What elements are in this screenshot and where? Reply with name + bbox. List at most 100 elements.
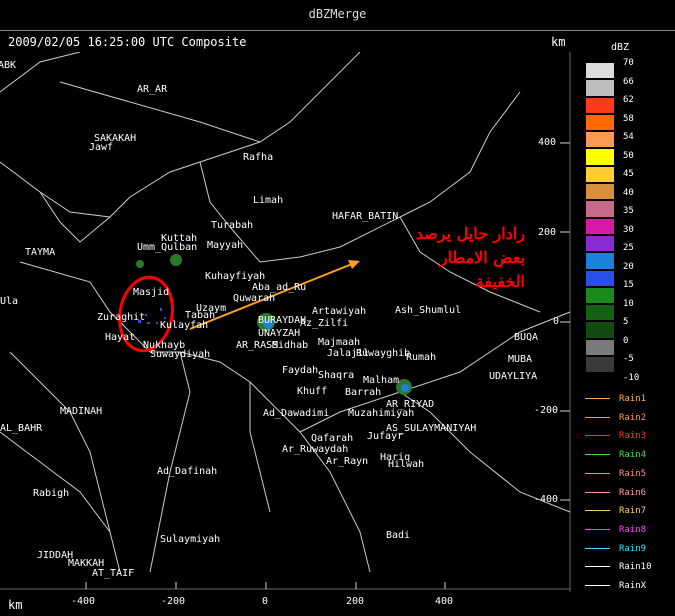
city-label: Kulayfah bbox=[160, 320, 209, 331]
axis-ticks bbox=[85, 142, 570, 589]
rain-legend-item: Rain3 bbox=[585, 431, 646, 441]
boundary-lines bbox=[0, 52, 571, 573]
city-label: Midhab bbox=[272, 340, 309, 351]
city-label: Jawf bbox=[89, 142, 114, 153]
x-tick-label: -200 bbox=[161, 596, 186, 607]
rain-legend-label: Rain1 bbox=[619, 394, 647, 404]
city-label: Tabah bbox=[185, 310, 216, 321]
city-label: AT_TAIF bbox=[92, 568, 135, 579]
city-label: AR_AR bbox=[137, 84, 168, 95]
dbz-swatch bbox=[585, 356, 615, 374]
dbz-scale-label: 20 bbox=[623, 261, 634, 272]
city-label: Zuraghit bbox=[97, 312, 146, 323]
city-label: BURAYDAH bbox=[258, 315, 307, 326]
rain-legend-item: Rain9 bbox=[585, 544, 646, 554]
dbz-scale-label: 66 bbox=[623, 76, 634, 87]
city-label: Ula bbox=[0, 296, 19, 307]
annotation-line: بعض الامطار bbox=[439, 248, 525, 267]
city-label: Hilwah bbox=[388, 459, 425, 470]
rain-legend-item: Rain5 bbox=[585, 469, 646, 479]
arabic-annotation: رادار حايل يرصد بعض الامطار الخفيفة bbox=[360, 222, 525, 294]
arrow-icon bbox=[585, 398, 610, 399]
city-label: Faydah bbox=[282, 365, 319, 376]
annotation-line: الخفيفة bbox=[475, 272, 525, 291]
dbz-scale-label: 50 bbox=[623, 150, 634, 161]
km-unit-bottom: km bbox=[8, 598, 23, 612]
city-label: Hayat bbox=[105, 332, 136, 343]
city-label: AL_BAHR bbox=[0, 423, 43, 434]
dbz-scale-label: -10 bbox=[623, 372, 640, 383]
city-label: Az_Zilfi bbox=[300, 318, 349, 329]
dbz-swatch bbox=[585, 62, 615, 80]
dbz-scale-label: 0 bbox=[623, 335, 629, 346]
city-label: Masjid bbox=[133, 287, 170, 298]
km-unit-top: km bbox=[551, 35, 566, 49]
dbz-scale-label: 5 bbox=[623, 317, 629, 327]
arrow-icon bbox=[585, 472, 610, 474]
dbz-scale-label: 10 bbox=[623, 298, 634, 309]
dbz-swatch bbox=[585, 165, 615, 184]
dbz-swatch bbox=[585, 252, 615, 270]
dbz-swatch bbox=[585, 234, 615, 253]
x-tick-label: 200 bbox=[346, 596, 365, 607]
rain-legend-label: Rain9 bbox=[619, 543, 647, 554]
city-label: Ad_Dafinah bbox=[157, 466, 218, 477]
x-tick-label: 0 bbox=[262, 596, 269, 607]
city-label: Ar_Rayn bbox=[326, 456, 369, 467]
arrow-icon bbox=[585, 585, 610, 586]
dbz-scale-label: 62 bbox=[623, 95, 634, 105]
city-label: Badi bbox=[386, 530, 411, 541]
city-label: Turabah bbox=[211, 220, 254, 231]
dbz-swatch bbox=[585, 183, 615, 201]
rain-legend-item: Rain8 bbox=[585, 525, 646, 535]
city-label: ABK bbox=[0, 60, 17, 71]
rain-legend-item: Rain10 bbox=[585, 562, 652, 572]
dbz-swatch bbox=[585, 148, 615, 166]
rain-legend-label: Rain7 bbox=[619, 506, 647, 517]
window-titlebar: dBZMerge bbox=[0, 0, 675, 31]
dbz-swatch bbox=[585, 304, 615, 322]
dbz-swatch bbox=[585, 217, 615, 235]
dbz-swatch bbox=[585, 269, 615, 287]
city-label: MUBA bbox=[508, 354, 533, 365]
dbz-swatch bbox=[585, 79, 615, 97]
arrow-icon bbox=[585, 454, 610, 456]
arrow-icon bbox=[585, 435, 610, 437]
city-label: Limah bbox=[253, 195, 284, 206]
dbz-swatch bbox=[585, 338, 615, 357]
city-label: Khuff bbox=[297, 386, 328, 397]
city-label: Quwarah bbox=[233, 293, 276, 304]
city-label: HAFAR_BATIN bbox=[332, 211, 399, 222]
dbz-scale-label: -5 bbox=[623, 354, 634, 364]
city-label: Shaqra bbox=[318, 370, 355, 381]
x-tick-label: -400 bbox=[71, 596, 96, 607]
rain-legend-item: Rain4 bbox=[585, 450, 646, 460]
city-label: Barrah bbox=[345, 387, 382, 398]
city-label: MADINAH bbox=[60, 406, 103, 417]
city-label: BUQA bbox=[514, 332, 539, 343]
city-label: UNAYZAH bbox=[258, 328, 301, 339]
city-label: Jufayr bbox=[367, 431, 404, 442]
y-tick-label: -200 bbox=[534, 405, 559, 416]
city-label: TAYMA bbox=[25, 247, 56, 258]
timestamp-label: 2009/02/05 16:25:00 UTC Composite bbox=[8, 35, 247, 49]
dbz-scale-label: 54 bbox=[623, 132, 634, 142]
dbz-scale-label: 15 bbox=[623, 280, 634, 290]
city-label: Artawiyah bbox=[312, 306, 367, 317]
dbz-scale-label: 40 bbox=[623, 187, 634, 198]
dbz-swatch bbox=[585, 321, 615, 339]
city-label: Sulaymiyah bbox=[160, 534, 221, 545]
rain-legend-item: Rain6 bbox=[585, 488, 646, 498]
dbz-swatch bbox=[585, 113, 615, 132]
rain-legend-label: Rain8 bbox=[619, 524, 647, 535]
arrow-icon bbox=[585, 416, 610, 418]
rain-legend-label: Rain5 bbox=[619, 468, 647, 479]
city-label: Rumah bbox=[406, 352, 437, 363]
city-label: Ar_Ruwaydah bbox=[282, 444, 349, 455]
city-label: Ad_Dawadimi bbox=[263, 408, 330, 419]
x-tick-label: 400 bbox=[435, 596, 454, 607]
city-label: Kuhayfiyah bbox=[205, 271, 266, 282]
rain-legend-item: RainX bbox=[585, 581, 646, 591]
arrow-icon bbox=[585, 510, 610, 512]
city-label: Mayyah bbox=[207, 240, 244, 251]
